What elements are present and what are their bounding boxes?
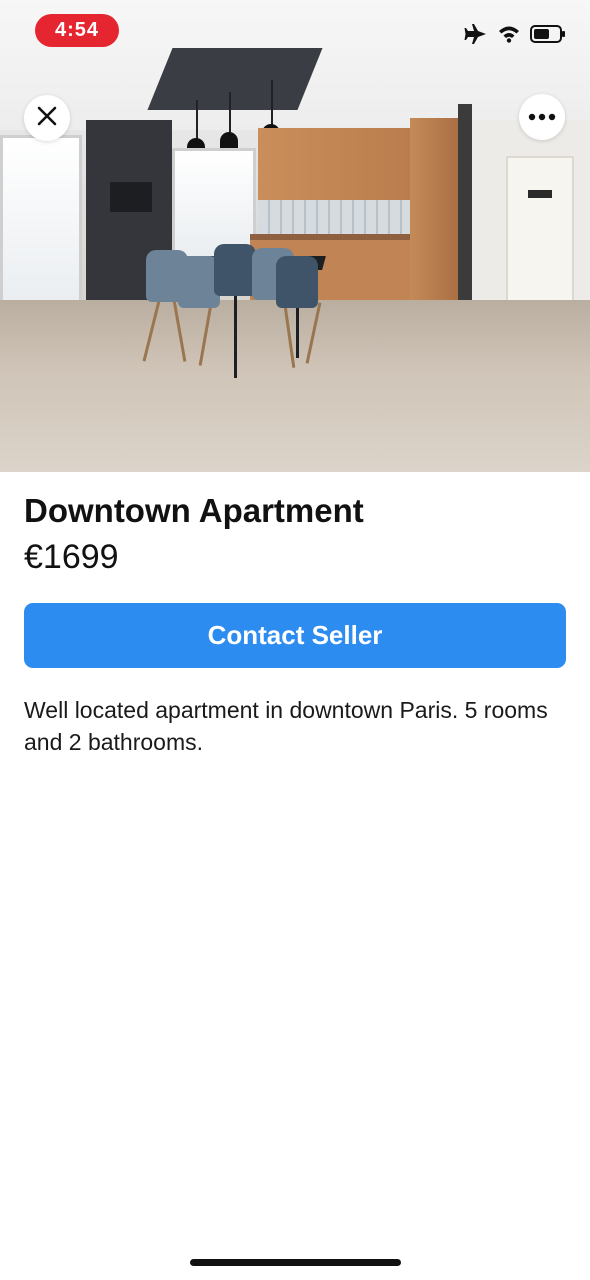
photo-floor <box>0 300 590 472</box>
photo-pendant-wire <box>229 92 231 134</box>
photo-tall-cabinet <box>410 118 462 318</box>
listing-photo <box>0 0 590 472</box>
close-icon <box>36 105 58 132</box>
wifi-icon <box>498 25 520 48</box>
listing-price: €1699 <box>24 538 119 576</box>
photo-tv <box>110 182 152 212</box>
photo-chair <box>276 256 318 308</box>
photo-door-sign <box>528 190 552 198</box>
battery-icon <box>530 24 566 48</box>
photo-chair <box>214 244 256 296</box>
home-indicator[interactable] <box>190 1259 401 1266</box>
airplane-icon <box>464 23 488 50</box>
photo-ceiling-panel <box>147 48 323 110</box>
close-button[interactable] <box>24 95 70 141</box>
status-icons <box>464 22 566 50</box>
more-options-button[interactable] <box>519 94 565 140</box>
listing-title: Downtown Apartment <box>24 492 364 529</box>
listing-description: Well located apartment in downtown Paris… <box>24 697 548 755</box>
contact-seller-button[interactable]: Contact Seller <box>24 603 566 668</box>
photo-window <box>0 135 82 315</box>
more-options-icon <box>528 108 556 126</box>
photo-backsplash <box>258 200 412 236</box>
status-time: 4:54 <box>35 14 119 47</box>
photo-pendant-wire <box>271 80 273 126</box>
photo-pendant-wire <box>196 100 198 140</box>
photo-door <box>506 156 574 306</box>
